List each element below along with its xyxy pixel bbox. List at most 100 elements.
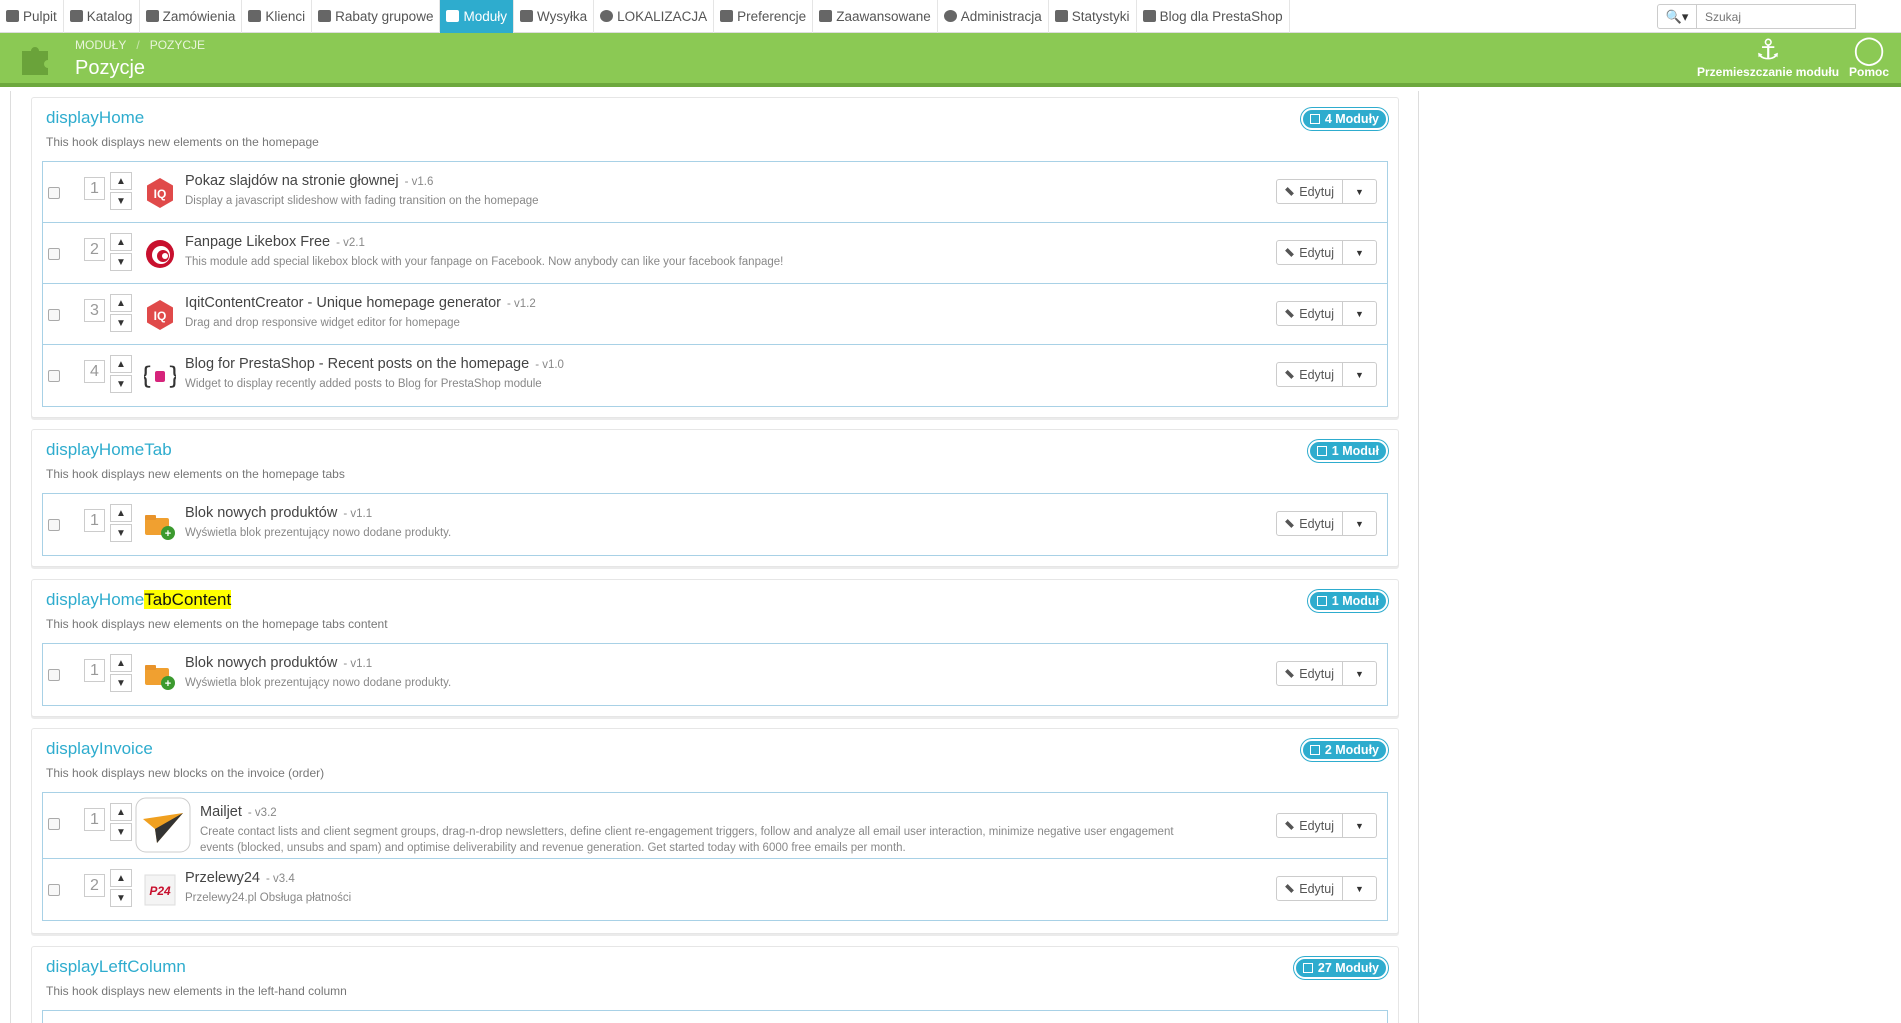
module-description: Drag and drop responsive widget editor f… (185, 317, 460, 329)
help-button[interactable]: ◯ Pomoc (1849, 35, 1889, 80)
dropdown-toggle[interactable]: ▼ (1343, 301, 1377, 326)
module-checkbox[interactable] (48, 519, 60, 531)
module-list: 1 ▲ ▼ IQ Pokaz slajdów na stronie głowne… (42, 161, 1388, 407)
iq-logo-icon: IQ (147, 178, 173, 208)
edit-button[interactable]: Edytuj (1276, 813, 1343, 838)
breadcrumb-item-modules[interactable]: MODUŁY (75, 38, 126, 52)
bar-chart-icon (1054, 10, 1068, 22)
move-up-button[interactable]: ▲ (110, 355, 132, 373)
move-down-button[interactable]: ▼ (110, 524, 132, 542)
new-products-icon: + (145, 515, 175, 540)
edit-button[interactable]: Edytuj (1276, 362, 1343, 387)
module-count-badge: 27 Moduły (1293, 957, 1388, 979)
search-scope-button[interactable]: 🔍▾ (1657, 4, 1697, 29)
move-down-button[interactable]: ▼ (110, 375, 132, 393)
module-checkbox[interactable] (48, 370, 60, 382)
nav-item-wysylka[interactable]: Wysyłka (514, 0, 595, 33)
dropdown-toggle[interactable]: ▼ (1343, 876, 1377, 901)
module-row[interactable]: 3 ▲ ▼ IQ IqitContentCreator - Unique hom… (43, 284, 1387, 345)
edit-button[interactable]: Edytuj (1276, 876, 1343, 901)
move-down-button[interactable]: ▼ (110, 253, 132, 271)
edit-button[interactable]: Edytuj (1276, 240, 1343, 265)
move-module-button[interactable]: ⚓ Przemieszczanie modułu (1697, 35, 1839, 80)
nav-item-moduly[interactable]: Moduły (440, 0, 514, 33)
module-checkbox[interactable] (48, 309, 60, 321)
module-title: Przelewy24- v3.4 (185, 870, 295, 886)
position-number: 4 (84, 360, 105, 383)
module-checkbox[interactable] (48, 248, 60, 260)
module-checkbox[interactable] (48, 669, 60, 681)
move-down-button[interactable]: ▼ (110, 314, 132, 332)
puzzle-icon (446, 10, 460, 22)
module-count-badge: 4 Moduły (1300, 108, 1388, 130)
move-up-button[interactable]: ▲ (110, 504, 132, 522)
move-up-button[interactable]: ▲ (110, 654, 132, 672)
module-row[interactable]: 1 ▲ ▼ IQ Pokaz slajdów na stronie głowne… (43, 162, 1387, 223)
move-down-button[interactable]: ▼ (110, 674, 132, 692)
breadcrumb-item-positions: POZYCJE (149, 38, 206, 52)
nav-item-klienci[interactable]: Klienci (242, 0, 313, 33)
dropdown-toggle[interactable]: ▼ (1343, 240, 1377, 265)
mailjet-logo-icon (135, 797, 191, 853)
hook-panel-displayhometabcontent: displayHomeTabContent This hook displays… (31, 579, 1399, 717)
module-row[interactable]: 2 ▲ ▼ P24 Przelewy24- v3.4 Przelewy24.pl… (43, 859, 1387, 920)
edit-button[interactable]: Edytuj (1276, 301, 1343, 326)
module-checkbox[interactable] (48, 818, 60, 830)
pencil-icon (1283, 368, 1296, 381)
dropdown-toggle[interactable]: ▼ (1343, 661, 1377, 686)
new-products-icon: + (145, 665, 175, 690)
dropdown-toggle[interactable]: ▼ (1343, 362, 1377, 387)
dashboard-icon (6, 10, 19, 22)
hook-description: This hook displays new elements in the l… (46, 984, 347, 998)
nav-item-zamowienia[interactable]: Zamówienia (140, 0, 243, 33)
pencil-icon (1283, 185, 1296, 198)
module-description: Przelewy24.pl Obsługa płatności (185, 892, 352, 904)
svg-text:+: + (165, 528, 171, 540)
caret-down-icon: ▼ (1355, 186, 1364, 197)
truck-icon (519, 10, 533, 22)
nav-item-statystyki[interactable]: Statystyki (1049, 0, 1137, 33)
edit-button[interactable]: Edytuj (1276, 179, 1343, 204)
caret-down-icon: ▼ (1355, 668, 1364, 679)
move-up-button[interactable]: ▲ (110, 869, 132, 887)
module-list (42, 1010, 1388, 1023)
move-down-button[interactable]: ▼ (110, 889, 132, 907)
module-row[interactable]: 1 ▲ ▼ + Blok nowych produktów - v1.1 Wyśw… (43, 644, 1387, 705)
hook-name: displayHomeTabContent (46, 590, 232, 609)
module-row[interactable]: 4 ▲ ▼ { } Blog for PrestaShop - Recent p… (43, 345, 1387, 406)
module-title: Blog for PrestaShop - Recent posts on th… (185, 356, 564, 372)
nav-item-katalog[interactable]: Katalog (64, 0, 140, 33)
position-number: 2 (84, 874, 105, 897)
nav-item-administracja[interactable]: Administracja (938, 0, 1049, 33)
hook-description: This hook displays new elements on the h… (46, 135, 319, 149)
edit-button[interactable]: Edytuj (1276, 511, 1343, 536)
nav-item-pulpit[interactable]: Pulpit (0, 0, 64, 33)
module-checkbox[interactable] (48, 884, 60, 896)
move-down-button[interactable]: ▼ (110, 823, 132, 841)
module-checkbox[interactable] (48, 187, 60, 199)
nav-item-rabaty[interactable]: Rabaty grupowe (312, 0, 441, 33)
move-up-button[interactable]: ▲ (110, 803, 132, 821)
move-up-button[interactable]: ▲ (110, 233, 132, 251)
dropdown-toggle[interactable]: ▼ (1343, 511, 1377, 536)
dropdown-toggle[interactable]: ▼ (1343, 813, 1377, 838)
nav-item-zaawansowane[interactable]: Zaawansowane (813, 0, 938, 33)
move-up-button[interactable]: ▲ (110, 172, 132, 190)
module-row[interactable]: 1 ▲ ▼ Mailjet - v3.2 Create contact lists… (43, 793, 1387, 859)
nav-item-lokalizacja[interactable]: LOKALIZACJA (594, 0, 715, 33)
module-list: 1 ▲ ▼ + Blok nowych produktów - v1.1 Wyśw… (42, 493, 1388, 556)
module-description: Create contact lists and client segment … (200, 826, 1174, 854)
search-input[interactable] (1697, 4, 1856, 29)
module-row[interactable]: 1 ▲ ▼ + Blok nowych produktów - v1.1 Wyśw… (43, 494, 1387, 555)
blog-logo-icon: { } (144, 362, 176, 390)
move-up-button[interactable]: ▲ (110, 294, 132, 312)
dropdown-toggle[interactable]: ▼ (1343, 179, 1377, 204)
module-row[interactable]: 2 ▲ ▼ Fanpage Likebox Free - v2.1 This mo… (43, 223, 1387, 284)
nav-item-preferencje[interactable]: Preferencje (714, 0, 814, 33)
edit-button[interactable]: Edytuj (1276, 661, 1343, 686)
nav-item-blog[interactable]: Blog dla PrestaShop (1137, 0, 1290, 33)
module-description: This module add special likebox block wi… (185, 256, 784, 268)
move-down-button[interactable]: ▼ (110, 192, 132, 210)
module-title: Fanpage Likebox Free - v2.1 (185, 234, 365, 250)
svg-text:+: + (165, 678, 171, 690)
